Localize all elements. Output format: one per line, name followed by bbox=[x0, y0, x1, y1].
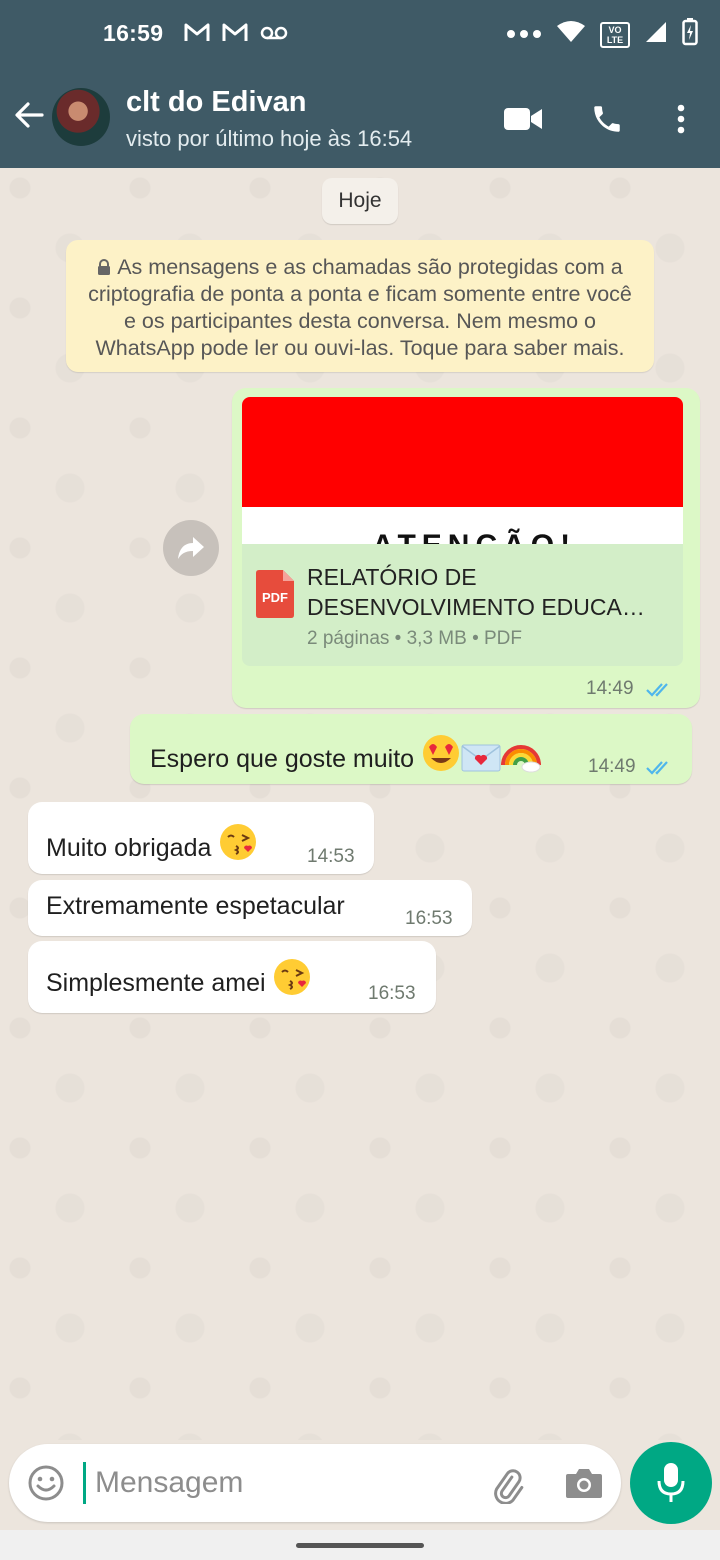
status-bar: 16:59 VO LTE bbox=[0, 0, 720, 68]
contact-avatar[interactable] bbox=[52, 88, 110, 146]
message-document[interactable]: ATENÇÃO! PDF RELATÓRIO DE DESENVOLVIMENT… bbox=[232, 388, 700, 708]
home-handle[interactable] bbox=[296, 1543, 424, 1548]
forward-icon bbox=[178, 537, 204, 559]
lock-icon bbox=[97, 255, 111, 275]
back-arrow-icon[interactable] bbox=[12, 98, 46, 132]
camera-icon[interactable] bbox=[565, 1466, 603, 1505]
message-incoming[interactable]: Simplesmente amei 16:53 bbox=[28, 941, 436, 1013]
heart-eyes-emoji bbox=[421, 733, 461, 780]
attach-icon[interactable] bbox=[487, 1464, 527, 1509]
message-text: Espero que goste muito bbox=[150, 733, 542, 780]
message-time: 14:49 bbox=[588, 756, 636, 777]
more-vert-icon[interactable] bbox=[676, 104, 686, 139]
message-outgoing[interactable]: Espero que goste muito 14:49 bbox=[130, 714, 692, 784]
date-divider: Hoje bbox=[322, 178, 398, 224]
encryption-text: As mensagens e as chamadas são protegida… bbox=[88, 255, 632, 360]
message-time: 16:53 bbox=[405, 908, 453, 929]
voicemail-icon bbox=[260, 22, 288, 44]
system-nav-bar bbox=[0, 1530, 720, 1560]
gmail-icon bbox=[184, 22, 210, 44]
document-preview[interactable]: ATENÇÃO! bbox=[242, 397, 683, 544]
message-text: Extremamente espetacular bbox=[46, 892, 345, 920]
document-name: RELATÓRIO DE DESENVOLVIMENTO EDUCA… bbox=[307, 562, 677, 622]
contact-name[interactable]: clt do Edivan bbox=[126, 86, 306, 119]
message-composer[interactable]: Mensagem bbox=[9, 1444, 621, 1522]
message-text: Simplesmente amei bbox=[46, 957, 312, 1004]
read-ticks-icon bbox=[646, 761, 668, 775]
preview-red-band bbox=[242, 397, 683, 507]
document-info[interactable]: PDF RELATÓRIO DE DESENVOLVIMENTO EDUCA… … bbox=[242, 544, 683, 666]
message-incoming[interactable]: Extremamente espetacular 16:53 bbox=[28, 880, 472, 936]
system-icons: VO LTE bbox=[506, 18, 698, 51]
chat-header: clt do Edivan visto por último hoje às 1… bbox=[0, 68, 720, 168]
gmail-icon bbox=[222, 22, 248, 44]
top-bar: 16:59 VO LTE clt do Edivan visto por últ… bbox=[0, 0, 720, 168]
message-input[interactable]: Mensagem bbox=[95, 1466, 243, 1500]
message-incoming[interactable]: Muito obrigada 14:53 bbox=[28, 802, 374, 874]
text-cursor bbox=[83, 1462, 86, 1504]
video-call-icon[interactable] bbox=[504, 106, 542, 137]
volte-icon: VO LTE bbox=[600, 21, 630, 48]
svg-text:PDF: PDF bbox=[262, 590, 288, 605]
encryption-notice[interactable]: As mensagens e as chamadas são protegida… bbox=[66, 240, 654, 372]
message-text: Muito obrigada bbox=[46, 822, 258, 869]
message-time: 14:53 bbox=[307, 846, 355, 867]
kiss-emoji bbox=[272, 957, 312, 1004]
last-seen: visto por último hoje às 16:54 bbox=[126, 126, 413, 151]
kiss-emoji bbox=[218, 822, 258, 869]
message-time: 16:53 bbox=[368, 983, 416, 1004]
preview-cut-text: ATENÇÃO! bbox=[372, 529, 576, 544]
rainbow-emoji bbox=[501, 737, 542, 780]
document-meta: 2 páginas • 3,3 MB • PDF bbox=[307, 628, 523, 649]
forward-button[interactable] bbox=[163, 520, 219, 576]
signal-icon bbox=[644, 20, 668, 49]
document-name-line2: DESENVOLVIMENTO EDUCA… bbox=[307, 594, 645, 620]
chat-area[interactable]: Hoje As mensagens e as chamadas são prot… bbox=[0, 168, 720, 1440]
wifi-icon bbox=[556, 20, 586, 49]
battery-charging-icon bbox=[682, 18, 698, 51]
love-letter-emoji bbox=[461, 743, 501, 780]
mic-button[interactable] bbox=[630, 1442, 712, 1524]
phone-icon[interactable] bbox=[590, 102, 624, 141]
pdf-file-icon: PDF bbox=[256, 570, 294, 618]
document-name-line1: RELATÓRIO DE bbox=[307, 564, 477, 590]
volte-label: VO LTE bbox=[606, 24, 624, 45]
status-time: 16:59 bbox=[103, 20, 164, 46]
message-time: 14:49 bbox=[586, 678, 634, 699]
mic-icon bbox=[657, 1463, 685, 1502]
read-ticks-icon bbox=[646, 683, 668, 697]
emoji-icon[interactable] bbox=[27, 1464, 65, 1507]
more-dots-icon bbox=[506, 26, 542, 44]
